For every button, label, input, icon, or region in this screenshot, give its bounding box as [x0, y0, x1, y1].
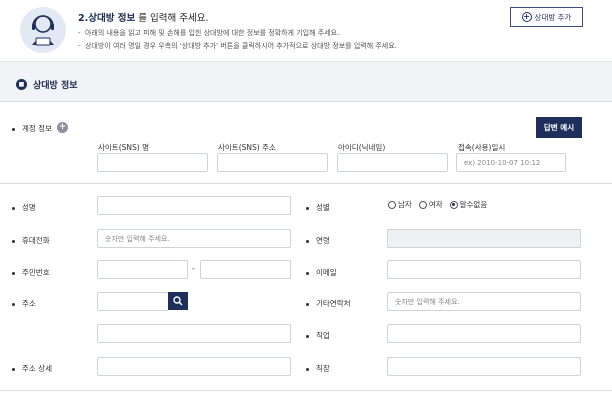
account-info-label: 계정 정보 [12, 123, 52, 134]
page-title: 2.상대방 정보 를 입력해 주세요. [78, 13, 209, 24]
section-bar [0, 62, 612, 102]
age-input[interactable] [387, 229, 581, 248]
workplace-label: 직장 [306, 363, 330, 374]
section-divider [0, 183, 612, 184]
site-name-input[interactable] [97, 153, 208, 172]
rrn-label: 주민번호 [12, 267, 50, 278]
section-bullet-icon: ■ [16, 79, 27, 90]
other-contact-label: 기타연락처 [306, 298, 351, 309]
address-detail-label: 주소 상세 [12, 363, 52, 374]
other-contact-input[interactable] [387, 292, 581, 311]
address-input[interactable] [97, 324, 291, 343]
address-search-button[interactable] [168, 292, 188, 310]
rrn-second-input[interactable] [200, 260, 291, 279]
rrn-separator: - [192, 264, 195, 273]
section-title: 상대방 정보 [33, 81, 78, 91]
gender-unknown-radio[interactable]: 알수없음 [449, 199, 487, 210]
add-counterparty-button[interactable]: + 상대방 추가 [510, 7, 583, 27]
email-label: 이메일 [306, 267, 337, 278]
name-label: 성명 [12, 202, 36, 213]
instruction-notes: - 아래의 내용을 읽고 피해 및 손해를 입힌 상대방에 대한 정보를 정확하… [78, 27, 397, 53]
col-user-id: 아이디(닉네임) [338, 143, 386, 152]
workplace-input[interactable] [387, 357, 581, 376]
user-id-input[interactable] [337, 153, 448, 172]
person-headset-icon [20, 7, 66, 53]
name-input[interactable] [97, 196, 291, 215]
gender-male-radio[interactable]: 남자 [388, 199, 412, 210]
gender-female-radio[interactable]: 여자 [418, 199, 443, 210]
mobile-input[interactable] [97, 229, 291, 248]
access-datetime-input[interactable] [456, 153, 566, 172]
email-input[interactable] [387, 260, 581, 279]
site-url-input[interactable] [217, 153, 328, 172]
rrn-first-input[interactable] [97, 260, 188, 279]
col-site-name: 사이트(SNS) 명 [98, 143, 149, 152]
plus-info-icon[interactable]: + [57, 122, 68, 133]
instruction-note-1: - 아래의 내용을 읽고 피해 및 손해를 입힌 상대방에 대한 정보를 정확하… [78, 29, 340, 37]
col-site-url: 사이트(SNS) 주소 [218, 143, 276, 152]
job-label: 직업 [306, 330, 330, 341]
form-bottom-border [0, 390, 612, 391]
zipcode-input[interactable] [97, 292, 169, 311]
address-label: 주소 [12, 298, 36, 309]
instruction-note-2: - 상대방이 여러 명일 경우 우측의 '상대방 추가' 버튼을 클릭하시어 추… [78, 42, 397, 50]
search-icon [173, 296, 183, 306]
mobile-label: 휴대전화 [12, 235, 50, 246]
gender-label: 성별 [306, 202, 330, 213]
answer-example-button[interactable]: 답변 예시 [536, 117, 582, 138]
job-input[interactable] [387, 324, 581, 343]
plus-circle-icon: + [521, 12, 532, 22]
address-detail-input[interactable] [97, 357, 291, 376]
age-label: 연령 [306, 235, 330, 246]
col-access-datetime: 접속(사용)일시 [458, 143, 506, 152]
add-counterparty-label: 상대방 추가 [534, 12, 572, 22]
gender-radio-group: 남자 여자 알수없음 [388, 199, 487, 210]
